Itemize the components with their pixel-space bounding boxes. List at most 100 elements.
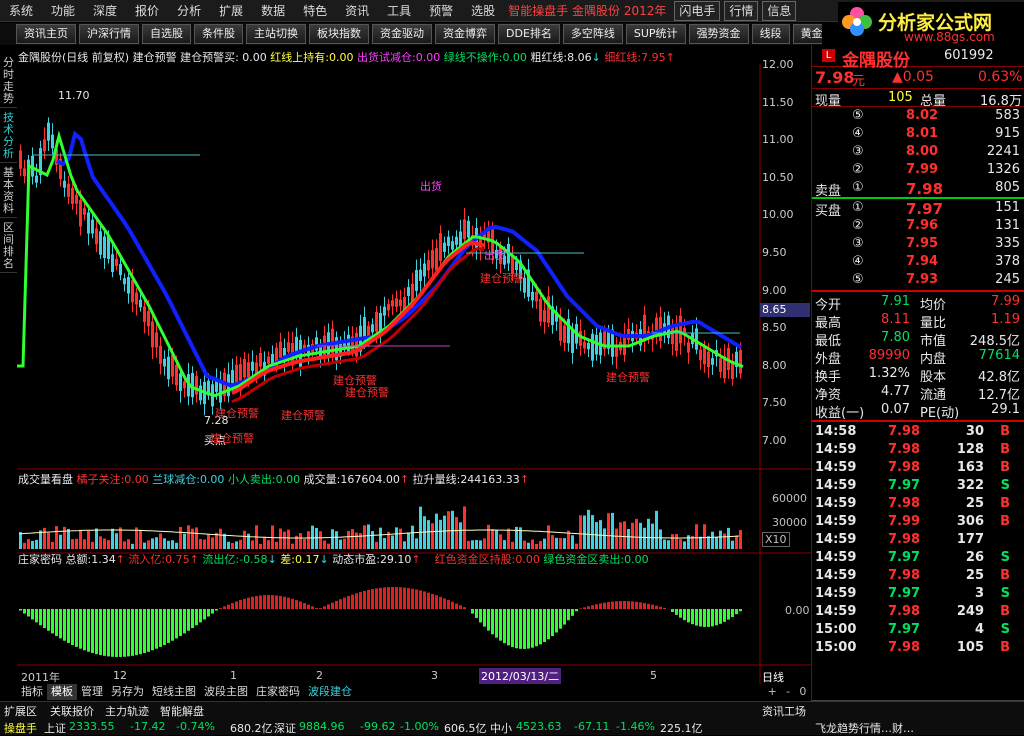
toolbar-button-5[interactable]: 板块指数 — [309, 24, 369, 44]
quote-button[interactable]: 行情 — [724, 0, 759, 21]
info-workshop-button[interactable]: 资讯工场 — [762, 703, 806, 719]
left-tab-1[interactable]: 技术分析 — [0, 110, 17, 163]
menu-system[interactable]: 系统 — [0, 0, 42, 22]
zoom-in-button[interactable]: + — [768, 685, 777, 698]
period-label[interactable]: 日线 — [762, 669, 784, 685]
toolbar-button-9[interactable]: 多空阵线 — [562, 24, 623, 44]
menu-extend[interactable]: 扩展 — [210, 0, 252, 22]
indicator-tab-5[interactable]: 波段主图 — [200, 684, 252, 700]
indicator-tab-1[interactable]: 模板 — [47, 684, 77, 700]
volume-bar — [559, 537, 562, 549]
sz-change: -99.62 — [360, 720, 396, 733]
volume-bar — [231, 542, 234, 549]
volume-bar — [699, 536, 702, 549]
kline-chart[interactable] — [17, 64, 811, 684]
menu-data[interactable]: 数据 — [252, 0, 294, 22]
stat-row: 外盘 89990 内盘 77614 — [812, 347, 1024, 367]
indicator-tab-6[interactable]: 庄家密码 — [252, 684, 304, 700]
main-indicator-line: 金隅股份(日线 前复权) 建仓预警 建仓预警买: 0.00 红线上持有:0.00… — [18, 51, 675, 64]
menu-news[interactable]: 资讯 — [336, 0, 378, 22]
indicator-tab-3[interactable]: 另存为 — [107, 684, 148, 700]
zj-v2: 0.75 — [165, 553, 190, 566]
menu-feature[interactable]: 特色 — [294, 0, 336, 22]
volume-bar — [371, 531, 374, 549]
money-flow-bar — [439, 596, 442, 609]
toolbar-button-10[interactable]: SUP统计 — [625, 24, 686, 44]
toolbar-button-3[interactable]: 条件股 — [194, 24, 243, 44]
menu-function[interactable]: 功能 — [42, 0, 84, 22]
candle-body — [559, 317, 562, 341]
volume-bar — [703, 524, 706, 549]
menu-depth[interactable]: 深度 — [84, 0, 126, 22]
smart-analysis-button[interactable]: 智能解盘 — [160, 703, 204, 719]
zoom-reset-button[interactable]: 0 — [799, 685, 806, 698]
left-tab-3[interactable]: 区间排名 — [0, 220, 17, 273]
menu-highlight: 智能操盘手 金隅股份 2012年 — [508, 3, 667, 18]
zoom-out-button[interactable]: - — [786, 685, 790, 698]
toolbar-button-4[interactable]: 主站切换 — [246, 24, 306, 44]
bid-price: 7.97 — [906, 200, 944, 218]
menu-quote[interactable]: 报价 — [126, 0, 168, 22]
tick-price: 7.98 — [888, 442, 921, 457]
toolbar-button-1[interactable]: 沪深行情 — [79, 24, 139, 44]
sh-amount: 680.2亿 — [230, 722, 273, 735]
ext-area-button[interactable]: 扩展区 — [4, 703, 37, 719]
indicator-tab-2[interactable]: 管理 — [77, 684, 107, 700]
volume-bar — [203, 539, 206, 549]
toolbar-button-11[interactable]: 强势资金 — [688, 24, 749, 44]
flash-trade-button[interactable]: 闪电手 — [674, 0, 721, 21]
volume-bar — [579, 515, 582, 549]
tick-time: 14:59 — [815, 568, 857, 583]
toolbar-button-13[interactable]: 黄金 — [792, 24, 822, 44]
toolbar-button-8[interactable]: DDE排名 — [498, 24, 560, 44]
indicator-tab-7[interactable]: 波段建仓 — [304, 684, 356, 700]
info-button[interactable]: 信息 — [762, 0, 797, 21]
volume-bar — [239, 539, 242, 549]
volume-bar — [707, 536, 710, 549]
menu-alert[interactable]: 预警 — [420, 0, 462, 22]
money-flow-bar — [243, 598, 246, 609]
main-track-button[interactable]: 主力轨迹 — [105, 703, 149, 719]
menu-select-stock[interactable]: 选股 — [462, 0, 504, 22]
toolbar-button-6[interactable]: 资金驱动 — [372, 24, 432, 44]
bid-row: ② 7.96 131 — [812, 217, 1024, 235]
volume-bar — [67, 528, 70, 549]
volume-bar — [599, 520, 602, 549]
related-quote-button[interactable]: 关联报价 — [50, 703, 94, 719]
indicator-tab-0[interactable]: 指标 — [17, 684, 47, 700]
vol-axis-1: 60000 — [772, 492, 807, 505]
money-flow-bar — [423, 591, 426, 609]
candle-body — [583, 341, 586, 349]
news-ticker[interactable]: 飞龙趋势行情…财… — [815, 720, 914, 736]
ask-level: ④ — [852, 126, 864, 141]
money-flow-bar — [199, 609, 202, 623]
money-flow-bar — [727, 609, 730, 620]
tick-price: 7.98 — [888, 568, 921, 583]
menu-analysis[interactable]: 分析 — [168, 0, 210, 22]
indicator-tab-4[interactable]: 短线主图 — [148, 684, 200, 700]
main-thin-val: 7.95 — [641, 51, 666, 64]
money-flow-bar — [427, 592, 430, 609]
candle-body — [415, 270, 418, 291]
toolbar-button-0[interactable]: 资讯主页 — [16, 24, 76, 44]
menu-tools[interactable]: 工具 — [378, 0, 420, 22]
candle-body — [711, 358, 714, 365]
volume-bar — [187, 525, 190, 549]
money-flow-bar — [383, 587, 386, 609]
stock-header: L 金隅股份 601992 — [812, 45, 1024, 71]
left-tab-2[interactable]: 基本资料 — [0, 165, 17, 218]
volume-bar — [223, 533, 226, 549]
money-flow-bar — [483, 609, 486, 627]
money-flow-bar — [735, 609, 738, 615]
left-tab-0[interactable]: 分时走势 — [0, 55, 17, 108]
volume-bar — [335, 531, 338, 549]
stat-label: PE(动) — [920, 406, 960, 421]
toolbar-button-12[interactable]: 线段 — [751, 24, 790, 44]
money-flow-bar — [731, 609, 734, 618]
date-d7: 5 — [650, 669, 657, 682]
toolbar-button-2[interactable]: 自选股 — [142, 24, 191, 44]
tick-time: 15:00 — [815, 640, 857, 655]
vol-v4: 167604.00 — [340, 473, 400, 486]
toolbar-button-7[interactable]: 资金博弈 — [435, 24, 495, 44]
zj-l4: 差: — [280, 553, 295, 566]
